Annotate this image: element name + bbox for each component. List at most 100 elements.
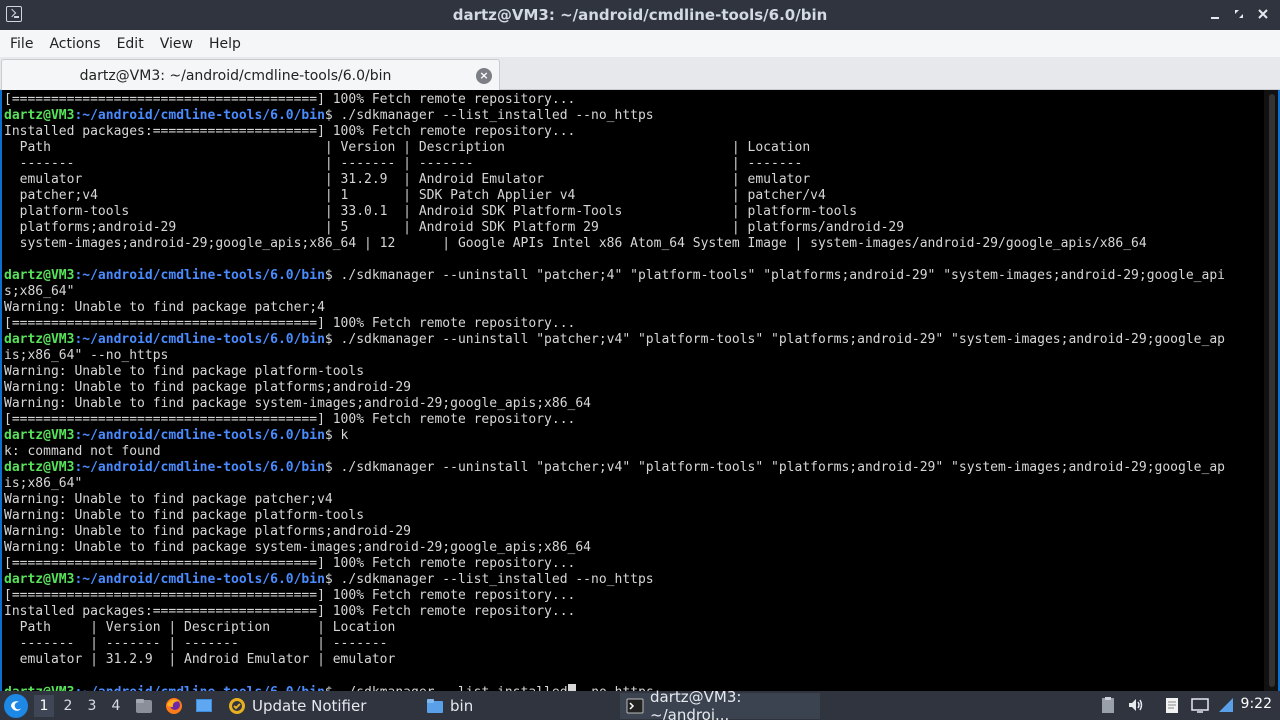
network-tray-icon[interactable] xyxy=(1216,695,1236,715)
terminal-line: dartz@VM3:~/android/cmdline-tools/6.0/bi… xyxy=(4,428,1258,444)
terminal-line: is;x86_64" --no_https xyxy=(4,348,169,363)
terminal-icon xyxy=(626,697,644,715)
terminal-line: platforms;android-29 | 5 | Android SDK P… xyxy=(4,220,905,235)
folder-icon xyxy=(426,697,444,715)
terminal-line: emulator | 31.2.9 | Android Emulator | e… xyxy=(4,652,396,667)
menubar: File Actions Edit View Help xyxy=(0,30,1280,57)
prompt-user: dartz@VM3 xyxy=(4,572,75,587)
maximize-button[interactable] xyxy=(1230,5,1248,23)
workspace-2[interactable]: 2 xyxy=(58,695,78,717)
prompt-path: :~/android/cmdline-tools/6.0/bin xyxy=(74,108,325,123)
prompt-user: dartz@VM3 xyxy=(4,332,75,347)
terminal-line: [=======================================… xyxy=(4,588,576,603)
clock[interactable]: 9:22 xyxy=(1241,696,1272,712)
terminal-line: platform-tools | 33.0.1 | Android SDK Pl… xyxy=(4,204,858,219)
workspace-3[interactable]: 3 xyxy=(82,695,102,717)
prompt-path: :~/android/cmdline-tools/6.0/bin xyxy=(74,460,325,475)
prompt-user: dartz@VM3 xyxy=(4,428,75,443)
menu-view[interactable]: View xyxy=(152,36,201,52)
command-text: $ k xyxy=(324,428,349,443)
file-manager-launcher-icon[interactable] xyxy=(134,696,154,716)
clipboard-tray-icon[interactable] xyxy=(1098,695,1118,715)
terminal-line: is;x86_64" xyxy=(4,476,83,491)
task-label: bin xyxy=(450,697,474,715)
terminal-line: emulator | 31.2.9 | Android Emulator | e… xyxy=(4,172,811,187)
terminal-line: dartz@VM3:~/android/cmdline-tools/6.0/bi… xyxy=(4,460,1258,476)
terminal-line: Warning: Unable to find package platform… xyxy=(4,380,411,395)
start-menu-button[interactable] xyxy=(4,694,28,718)
terminal-line: dartz@VM3:~/android/cmdline-tools/6.0/bi… xyxy=(4,332,1258,348)
terminal-line: ------- | ------- | ------- | ------- xyxy=(4,636,388,651)
menu-edit[interactable]: Edit xyxy=(109,36,152,52)
terminal-line: [=======================================… xyxy=(4,556,576,571)
terminal-line: k: command not found xyxy=(4,444,161,459)
workspace-1[interactable]: 1 xyxy=(34,695,54,717)
distro-logo-icon xyxy=(11,701,21,711)
prompt-path: :~/android/cmdline-tools/6.0/bin xyxy=(74,332,325,347)
terminal-line: Warning: Unable to find package platform… xyxy=(4,508,365,523)
tab-bar: dartz@VM3: ~/android/cmdline-tools/6.0/b… xyxy=(0,57,1280,90)
menu-help[interactable]: Help xyxy=(201,36,249,52)
terminal-tab[interactable]: dartz@VM3: ~/android/cmdline-tools/6.0/b… xyxy=(1,59,500,90)
task-terminal[interactable]: dartz@VM3: ~/androi... xyxy=(620,688,820,720)
task-label: Update Notifier xyxy=(252,697,367,715)
terminal-line: [=======================================… xyxy=(4,412,576,427)
terminal-line: dartz@VM3:~/android/cmdline-tools/6.0/bi… xyxy=(4,268,1258,284)
command-text: $ ./sdkmanager --list_installed --no_htt… xyxy=(324,108,654,123)
menu-actions[interactable]: Actions xyxy=(41,36,108,52)
command-text: $ ./sdkmanager --uninstall "patcher;v4" … xyxy=(324,332,1225,347)
terminal-view[interactable]: [=======================================… xyxy=(0,90,1280,691)
terminal-line: Warning: Unable to find package platform… xyxy=(4,364,365,379)
window-controls xyxy=(1206,5,1272,23)
minimize-icon xyxy=(1211,17,1219,19)
terminal-line: Warning: Unable to find package system-i… xyxy=(4,540,591,555)
task-bin-folder[interactable]: bin xyxy=(420,693,479,719)
prompt-user: dartz@VM3 xyxy=(4,268,75,283)
terminal-line: Path | Version | Description | Location xyxy=(4,620,396,635)
notes-tray-icon[interactable] xyxy=(1162,695,1182,715)
prompt-path: :~/android/cmdline-tools/6.0/bin xyxy=(74,572,325,587)
task-update-notifier[interactable]: Update Notifier xyxy=(222,693,372,719)
prompt-user: dartz@VM3 xyxy=(4,108,75,123)
window-titlebar: dartz@VM3: ~/android/cmdline-tools/6.0/b… xyxy=(0,0,1280,30)
workspace-4[interactable]: 4 xyxy=(106,695,126,717)
scrollbar-thumb[interactable] xyxy=(1269,94,1275,687)
update-notifier-icon xyxy=(228,697,246,715)
taskbar: 1 2 3 4 Update Notifier bin dartz@VM3: ~… xyxy=(0,688,1280,720)
prompt-user: dartz@VM3 xyxy=(4,460,75,475)
terminal-line: Warning: Unable to find package platform… xyxy=(4,524,411,539)
terminal-line: dartz@VM3:~/android/cmdline-tools/6.0/bi… xyxy=(4,572,1258,588)
command-text: $ ./sdkmanager --uninstall "patcher;4" "… xyxy=(324,268,1225,283)
command-text: $ ./sdkmanager --uninstall "patcher;v4" … xyxy=(324,460,1225,475)
firefox-launcher-icon[interactable] xyxy=(164,696,184,716)
window-title: dartz@VM3: ~/android/cmdline-tools/6.0/b… xyxy=(452,6,828,24)
terminal-line: dartz@VM3:~/android/cmdline-tools/6.0/bi… xyxy=(4,108,1258,124)
terminal-line: [=======================================… xyxy=(4,316,576,331)
text-cursor xyxy=(567,684,576,691)
tab-label: dartz@VM3: ~/android/cmdline-tools/6.0/b… xyxy=(79,68,392,84)
menu-file[interactable]: File xyxy=(2,36,41,52)
desktop-launcher-icon[interactable] xyxy=(194,696,214,716)
terminal-line: system-images;android-29;google_apis;x86… xyxy=(4,236,1147,251)
tab-close-icon[interactable]: × xyxy=(476,68,492,84)
terminal-line: Warning: Unable to find package patcher;… xyxy=(4,300,325,315)
display-tray-icon[interactable] xyxy=(1190,695,1210,715)
terminal-line: Warning: Unable to find package patcher;… xyxy=(4,492,333,507)
prompt-path: :~/android/cmdline-tools/6.0/bin xyxy=(74,428,325,443)
minimize-button[interactable] xyxy=(1206,5,1224,23)
terminal-scrollbar[interactable] xyxy=(1264,90,1278,691)
terminal-line: ------- | ------- | ------- | ------- xyxy=(4,156,803,171)
close-button[interactable] xyxy=(1254,5,1272,23)
terminal-output: [=======================================… xyxy=(4,92,1258,691)
terminal-line: patcher;v4 | 1 | SDK Patch Applier v4 | … xyxy=(4,188,826,203)
terminal-line: Installed packages:=====================… xyxy=(4,604,576,619)
volume-icon[interactable] xyxy=(1126,695,1146,715)
terminal-line: dartz@VM3:~/android/cmdline-tools/6.0/bi… xyxy=(4,684,1258,691)
terminal-line: Installed packages:=====================… xyxy=(4,124,576,139)
terminal-line: [=======================================… xyxy=(4,92,576,107)
maximize-icon xyxy=(1235,10,1243,18)
command-text: $ ./sdkmanager --list_installed --no_htt… xyxy=(324,572,654,587)
prompt-path: :~/android/cmdline-tools/6.0/bin xyxy=(74,268,325,283)
